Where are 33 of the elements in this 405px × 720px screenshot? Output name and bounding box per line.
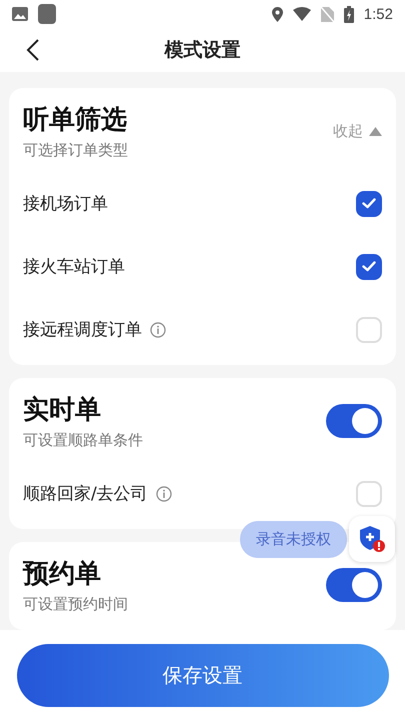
option-label: 接机场订单 xyxy=(23,193,108,215)
battery-icon xyxy=(344,6,354,22)
section-subtitle: 可设置顺路单条件 xyxy=(23,431,143,450)
toggle-switch[interactable] xyxy=(326,404,382,438)
check-icon xyxy=(362,261,376,272)
image-icon xyxy=(12,7,28,21)
section-title: 听单筛选 xyxy=(23,104,128,137)
recording-badge[interactable]: 录音未授权 xyxy=(240,520,347,558)
option-label: 接火车站订单 xyxy=(23,256,125,278)
app-icon xyxy=(38,4,56,24)
page-title: 模式设置 xyxy=(164,38,240,63)
check-icon xyxy=(362,198,376,209)
wifi-icon xyxy=(292,7,311,21)
triangle-up-icon xyxy=(369,126,382,136)
option-label: 接远程调度订单 xyxy=(23,319,142,341)
option-label: 顺路回家/去公司 xyxy=(23,483,148,505)
collapse-button[interactable]: 收起 xyxy=(333,122,382,140)
section-title: 预约单 xyxy=(23,558,102,591)
location-icon xyxy=(272,6,283,22)
no-sim-icon xyxy=(320,6,334,22)
info-icon[interactable] xyxy=(150,322,166,338)
checkbox[interactable] xyxy=(356,254,382,280)
back-icon[interactable] xyxy=(26,39,40,61)
checkbox[interactable] xyxy=(356,190,382,216)
info-icon[interactable] xyxy=(156,486,172,502)
save-button[interactable]: 保存设置 xyxy=(16,644,388,706)
status-time: 1:52 xyxy=(364,6,393,22)
section-subtitle: 可设置预约时间 xyxy=(23,595,128,614)
section-subtitle: 可选择订单类型 xyxy=(23,141,128,160)
section-title: 实时单 xyxy=(23,394,102,427)
shield-alert-button[interactable] xyxy=(349,516,395,562)
shield-alert-icon xyxy=(359,525,385,553)
toggle-switch[interactable] xyxy=(326,568,382,602)
